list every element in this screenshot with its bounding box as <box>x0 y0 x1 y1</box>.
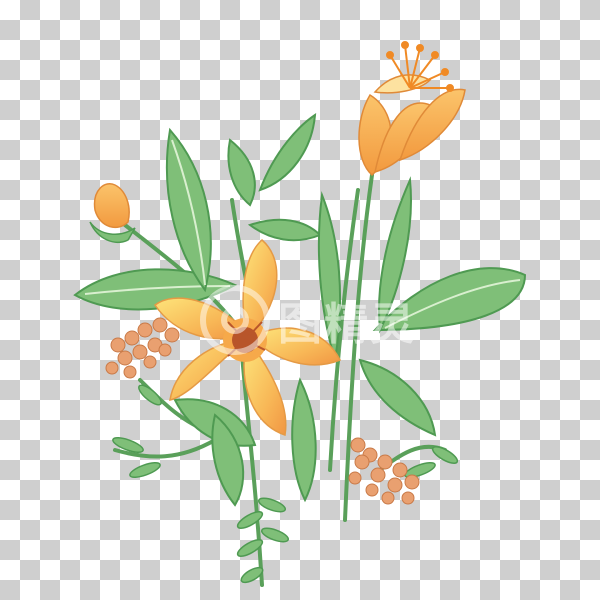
transparent-checker-background: 图精灵 <box>0 0 600 600</box>
tulip-flower <box>358 41 466 177</box>
watermark-logo-icon <box>200 285 270 355</box>
berry-cluster-left <box>105 317 180 379</box>
watermark-text: 图精灵 <box>278 299 416 350</box>
flower-bud <box>89 183 136 243</box>
watermark: 图精灵 <box>200 285 416 355</box>
